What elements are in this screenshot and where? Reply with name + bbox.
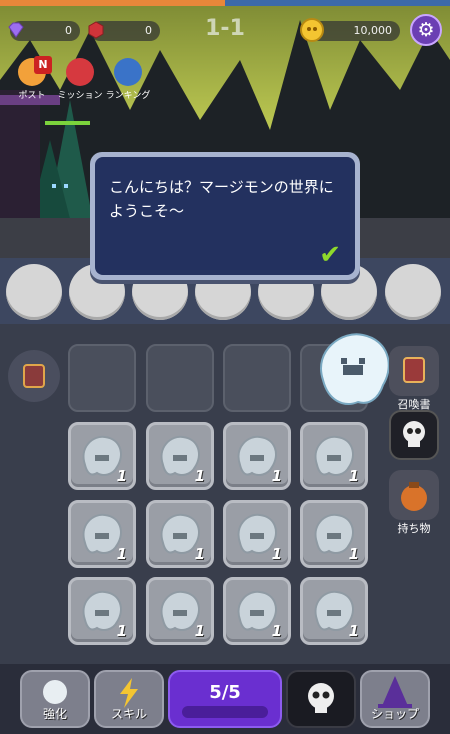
gem-icon	[6, 20, 26, 40]
ghost-count: 1	[194, 622, 205, 640]
skill-button[interactable]: スキル	[94, 670, 164, 728]
ghost-cell[interactable]: 1	[223, 500, 291, 568]
summon-book-left-button[interactable]	[8, 350, 60, 402]
ghost-count: 1	[116, 622, 127, 640]
book-icon	[389, 346, 439, 396]
ghost-cell[interactable]: 1	[68, 577, 136, 645]
ghost-cell[interactable]: 1	[300, 500, 368, 568]
bag-icon	[389, 470, 439, 520]
ghost-count: 1	[348, 545, 359, 563]
stage-label: 1-1	[205, 16, 245, 41]
ruby-count: 0	[145, 24, 152, 37]
settings-button[interactable]: ⚙	[410, 14, 442, 46]
ghost-cell[interactable]: 1	[223, 422, 291, 490]
gem-count: 0	[65, 24, 72, 37]
skull-icon	[389, 410, 439, 460]
trophy-icon	[114, 58, 142, 86]
ghost-monster[interactable]	[313, 330, 395, 410]
coin-icon	[300, 18, 324, 42]
tutorial-dialog: こんにちは？マージモンの世界にようこそ〜 ✔	[90, 152, 360, 280]
progress-track	[182, 706, 268, 718]
lane-slot[interactable]	[6, 264, 62, 320]
ghost-count: 1	[271, 467, 282, 485]
ghost-count: 1	[194, 467, 205, 485]
dialog-text: こんにちは？マージモンの世界にようこそ〜	[109, 178, 334, 220]
ghost-count: 1	[116, 545, 127, 563]
upgrade-label: 強化	[42, 707, 67, 721]
inventory-button[interactable]: 持ち物	[386, 470, 442, 536]
empty-cell[interactable]	[68, 344, 136, 412]
dialog-body: こんにちは？マージモンの世界にようこそ〜 ✔	[95, 157, 355, 275]
ghost-cell[interactable]: 1	[300, 422, 368, 490]
ranking-button[interactable]: ランキング	[100, 58, 156, 101]
ghost-cell[interactable]: 1	[146, 577, 214, 645]
empty-cell[interactable]	[223, 344, 291, 412]
shop-button[interactable]: ショップ	[360, 670, 430, 728]
ghost-count: 1	[116, 467, 127, 485]
ghost-cell[interactable]: 1	[300, 577, 368, 645]
skill-label: スキル	[110, 707, 147, 721]
enemy-hp-bar	[225, 0, 450, 6]
ghost-cell[interactable]: 1	[68, 422, 136, 490]
post-label: ポスト	[18, 91, 46, 101]
progress-label: 5/5	[209, 682, 241, 703]
upgrade-button[interactable]: 強化	[20, 670, 90, 728]
ghost-count: 1	[348, 467, 359, 485]
ghost-cell[interactable]: 1	[223, 577, 291, 645]
book-icon	[23, 364, 45, 388]
skull-toggle-button[interactable]	[386, 410, 442, 460]
gear-icon: ⚙	[417, 19, 435, 41]
ghost-count: 1	[348, 622, 359, 640]
ruby-icon	[86, 20, 106, 40]
mission-label: ミッション	[57, 91, 103, 101]
ghost-count: 1	[194, 545, 205, 563]
top-bar: 0 0 1-1 10,000 ⚙	[0, 0, 450, 60]
lane-slot[interactable]	[385, 264, 441, 320]
ranking-label: ランキング	[105, 91, 151, 101]
shop-label: ショップ	[370, 707, 419, 721]
skull-locked-button[interactable]	[286, 670, 356, 728]
ghost-cell[interactable]: 1	[146, 422, 214, 490]
ghost-count: 1	[271, 545, 282, 563]
notification-badge: N	[34, 56, 52, 74]
mission-icon	[66, 58, 94, 86]
skull-chain-icon	[308, 683, 334, 713]
ghost-cell[interactable]: 1	[146, 500, 214, 568]
check-icon[interactable]: ✔	[319, 242, 341, 268]
summon-progress-button[interactable]: 5/5	[168, 670, 282, 728]
ghost-count: 1	[271, 622, 282, 640]
items-label: 持ち物	[397, 522, 431, 535]
player-hp-bar	[0, 0, 225, 6]
empty-cell[interactable]	[146, 344, 214, 412]
summon-book-button[interactable]: 召喚書	[386, 346, 442, 412]
ghost-cell[interactable]: 1	[68, 500, 136, 568]
coin-count: 10,000	[353, 24, 393, 37]
